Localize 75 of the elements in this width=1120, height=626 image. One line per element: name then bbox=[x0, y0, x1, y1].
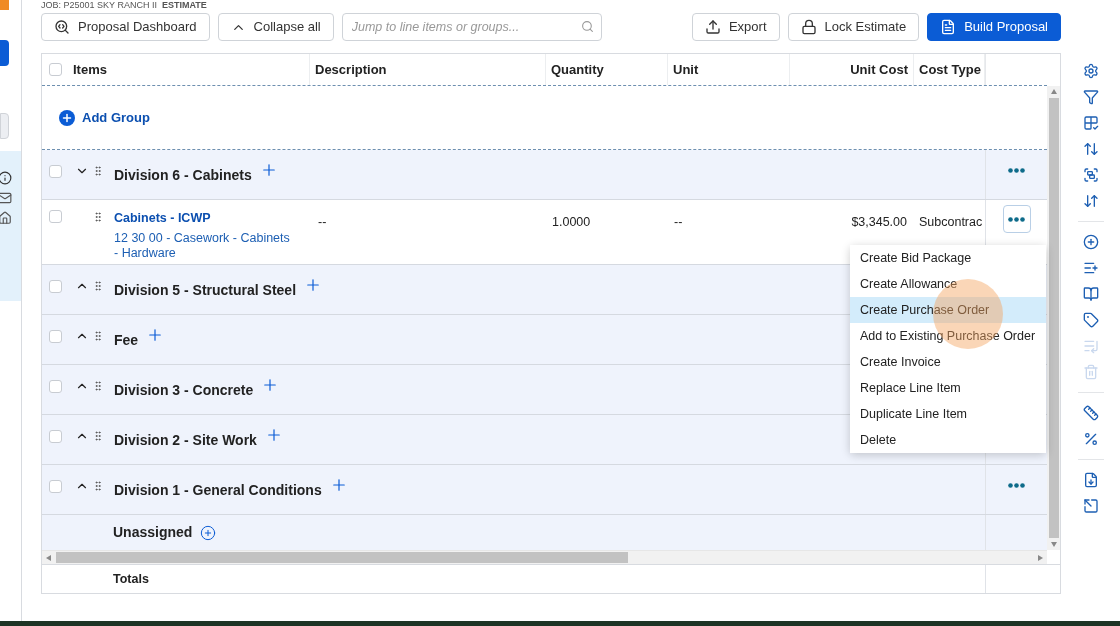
row-checkbox[interactable] bbox=[48, 280, 62, 293]
table-cell-text: -- bbox=[673, 214, 684, 231]
group-title: Division 3 - Concrete bbox=[114, 381, 254, 400]
table-cell-text: -- bbox=[317, 214, 328, 231]
menu-item[interactable]: Create Allowance bbox=[850, 271, 1046, 297]
drag-handle-icon[interactable] bbox=[92, 430, 104, 442]
drag-handle-icon[interactable] bbox=[92, 165, 104, 177]
table-cell-text: $3,345.00 bbox=[850, 214, 908, 231]
scroll-right-arrow[interactable] bbox=[1036, 553, 1044, 562]
more-icon bbox=[1008, 482, 1025, 488]
row-checkbox[interactable] bbox=[48, 330, 62, 343]
drag-handle-icon[interactable] bbox=[92, 480, 104, 492]
collapse-button[interactable]: Collapse all bbox=[217, 13, 334, 41]
row-checkbox[interactable] bbox=[48, 165, 62, 178]
group-title: Division 6 - Cabinets bbox=[114, 166, 252, 185]
scroll-left-arrow[interactable] bbox=[45, 553, 53, 562]
more-icon bbox=[1008, 167, 1025, 173]
breadcrumb-current: ESTIMATE bbox=[161, 0, 207, 10]
group-title: Division 1 - General Conditions bbox=[114, 481, 322, 500]
logo-fragment bbox=[0, 0, 9, 10]
group-title: Division 5 - Structural Steel bbox=[114, 281, 297, 300]
scroll-down-arrow[interactable] bbox=[1049, 540, 1058, 548]
row-checkbox[interactable] bbox=[48, 63, 62, 76]
dashboard-button[interactable]: Proposal Dashboard bbox=[41, 13, 210, 41]
item-link[interactable]: Cabinets - ICWP bbox=[114, 209, 294, 228]
document-icon bbox=[940, 19, 957, 35]
dashboard-icon bbox=[54, 19, 70, 35]
more-button[interactable] bbox=[1002, 205, 1031, 233]
column-header: Quantity bbox=[551, 60, 604, 79]
drag-handle-icon[interactable] bbox=[92, 330, 104, 342]
more-icon bbox=[1008, 216, 1025, 222]
cost-code: 12 30 00 - Casework - Cabinets - Hardware bbox=[114, 230, 291, 261]
column-header: Cost Type bbox=[919, 60, 981, 79]
table-cell-text: 1.0000 bbox=[551, 214, 592, 231]
export-button[interactable]: Export bbox=[691, 13, 780, 41]
menu-item[interactable]: Duplicate Line Item bbox=[850, 401, 1046, 427]
nav-button[interactable] bbox=[0, 40, 9, 66]
mail-icon[interactable] bbox=[0, 191, 12, 205]
column-header: Unit bbox=[673, 60, 699, 79]
drag-handle-icon[interactable] bbox=[92, 380, 104, 392]
scroll-up-arrow[interactable] bbox=[1049, 88, 1058, 96]
column-header: Description bbox=[315, 60, 387, 79]
info-icon[interactable] bbox=[0, 171, 12, 185]
table-cell-text: Subcontrac bbox=[918, 214, 983, 231]
search-field[interactable]: Jump to line items or groups... bbox=[341, 13, 602, 41]
home-icon[interactable] bbox=[0, 211, 12, 225]
column-header: Items bbox=[73, 60, 107, 79]
group-title: Division 2 - Site Work bbox=[114, 431, 257, 450]
row-checkbox[interactable] bbox=[48, 380, 62, 393]
group-title: Unassigned bbox=[113, 523, 193, 542]
vertical-scrollbar-thumb[interactable] bbox=[1048, 98, 1059, 538]
row-checkbox[interactable] bbox=[48, 480, 62, 493]
drag-handle-icon[interactable] bbox=[92, 211, 104, 223]
lock-button[interactable]: Lock Estimate bbox=[787, 13, 920, 41]
column-header: Unit Cost bbox=[850, 60, 908, 79]
row-checkbox[interactable] bbox=[48, 210, 62, 223]
menu-item[interactable]: Create Bid Package bbox=[850, 245, 1046, 271]
menu-item[interactable]: Add to Existing Purchase Order bbox=[850, 323, 1046, 349]
totals-label: Totals bbox=[113, 570, 149, 588]
menu-item[interactable]: Create Purchase Order bbox=[850, 297, 1046, 323]
search-icon bbox=[580, 20, 594, 33]
group-title: Fee bbox=[114, 331, 139, 350]
menu-item[interactable]: Replace Line Item bbox=[850, 375, 1046, 401]
drag-handle-icon[interactable] bbox=[92, 280, 104, 292]
build-proposal-button[interactable]: Build Proposal bbox=[927, 13, 1061, 41]
menu-item[interactable]: Create Invoice bbox=[850, 349, 1046, 375]
vertical-scrollbar[interactable] bbox=[1047, 86, 1060, 550]
row-checkbox[interactable] bbox=[48, 430, 62, 443]
upload-icon bbox=[704, 19, 721, 35]
breadcrumb-link[interactable]: JOB: P25001 SKY RANCH II bbox=[41, 0, 157, 10]
lock-icon bbox=[800, 19, 817, 35]
add-circle-button[interactable] bbox=[200, 524, 217, 541]
add-group-button[interactable]: Add Group bbox=[59, 107, 150, 128]
menu-item[interactable]: Delete bbox=[850, 427, 1046, 453]
horizontal-scrollbar-thumb[interactable] bbox=[56, 552, 628, 563]
